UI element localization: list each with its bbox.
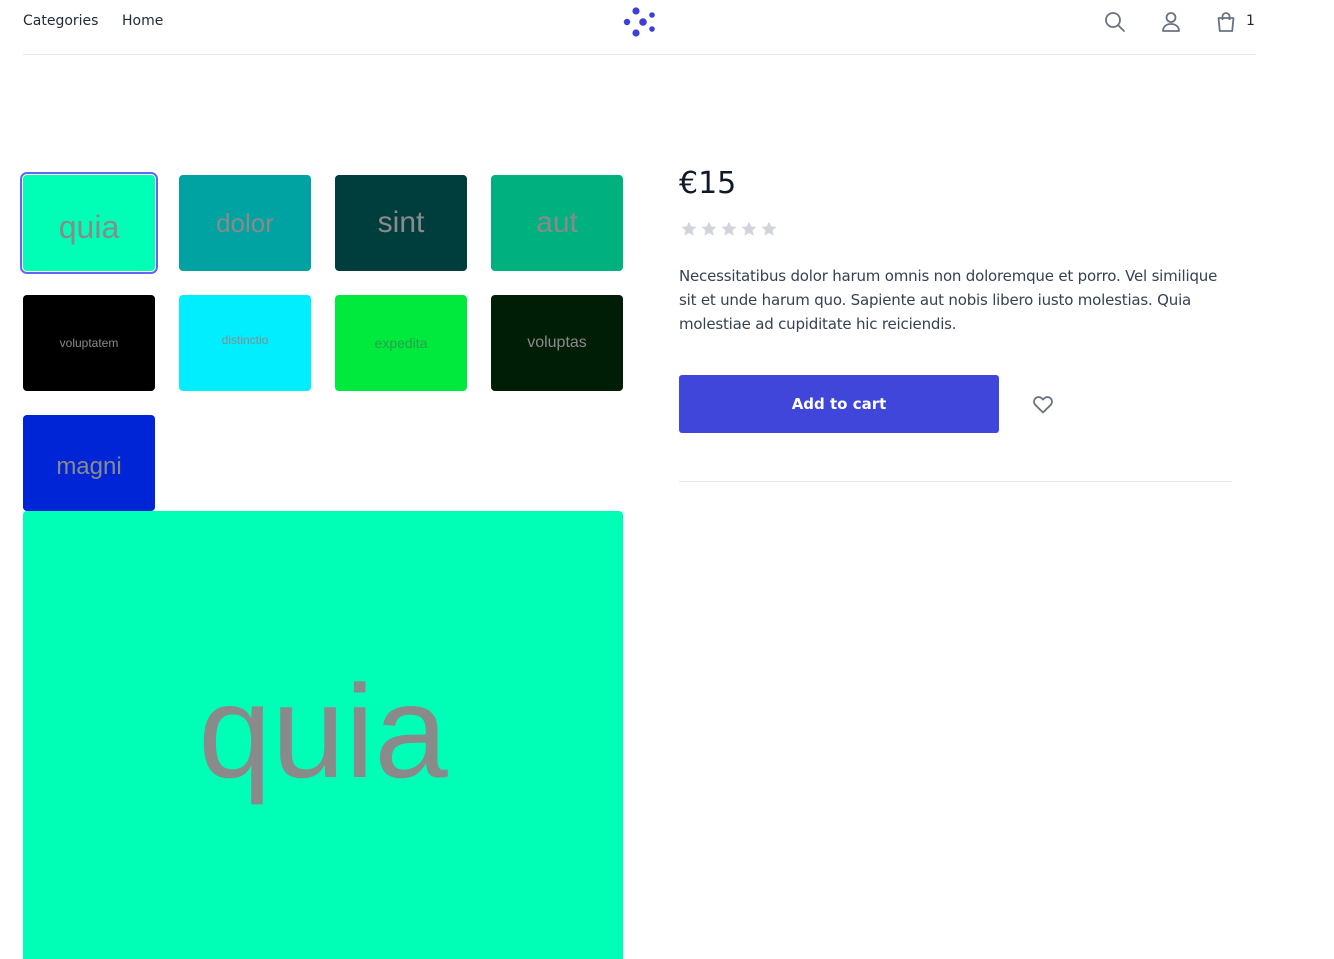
product-description: Necessitatibus dolor harum omnis non dol… [679,267,1218,333]
thumbnail-label: dolor [216,207,274,238]
star-icon [761,221,777,236]
thumbnail-label: aut [536,206,578,239]
product-price: €15 [679,166,737,201]
thumbnail-quia[interactable]: quia [20,172,158,274]
star-icon [701,221,717,236]
rating-stars [679,219,779,239]
thumbnail-aut[interactable]: aut [491,175,623,271]
thumbnail-voluptas[interactable]: voluptas [491,295,623,391]
thumbnail-label: sint [377,206,425,239]
divider [679,481,1232,482]
main-image-label: quia [198,657,448,805]
search-icon[interactable] [1103,10,1127,34]
site-header: Categories Home 1 [23,0,1256,55]
thumbnail-magni[interactable]: magni [23,415,155,511]
thumbnail-label: magni [56,453,122,480]
heart-icon[interactable] [1030,392,1056,416]
cart-count: 1 [1246,13,1255,29]
thumbnail-label: distinctio [221,333,269,347]
thumbnail-label: voluptas [527,334,587,351]
shopping-bag-icon[interactable] [1214,10,1238,34]
thumbnail-label: expedita [374,335,428,351]
star-icon [681,221,697,236]
star-icon [721,221,737,236]
star-icon [741,221,757,236]
thumbnail-sint[interactable]: sint [335,175,467,271]
thumbnail-dolor[interactable]: dolor [179,175,311,271]
thumbnail-voluptatem[interactable]: voluptatem [23,295,155,391]
add-to-cart-button[interactable]: Add to cart [679,375,999,433]
main-product-image: quia [23,511,623,959]
nav-home[interactable]: Home [122,13,163,29]
thumbnail-label: voluptatem [59,336,119,350]
logo-icon[interactable] [622,5,658,39]
user-icon[interactable] [1159,10,1183,34]
nav-categories[interactable]: Categories [23,13,98,29]
thumbnail-distinctio[interactable]: distinctio [179,295,311,391]
thumbnail-label: quia [58,208,120,245]
thumbnail-expedita[interactable]: expedita [335,295,467,391]
